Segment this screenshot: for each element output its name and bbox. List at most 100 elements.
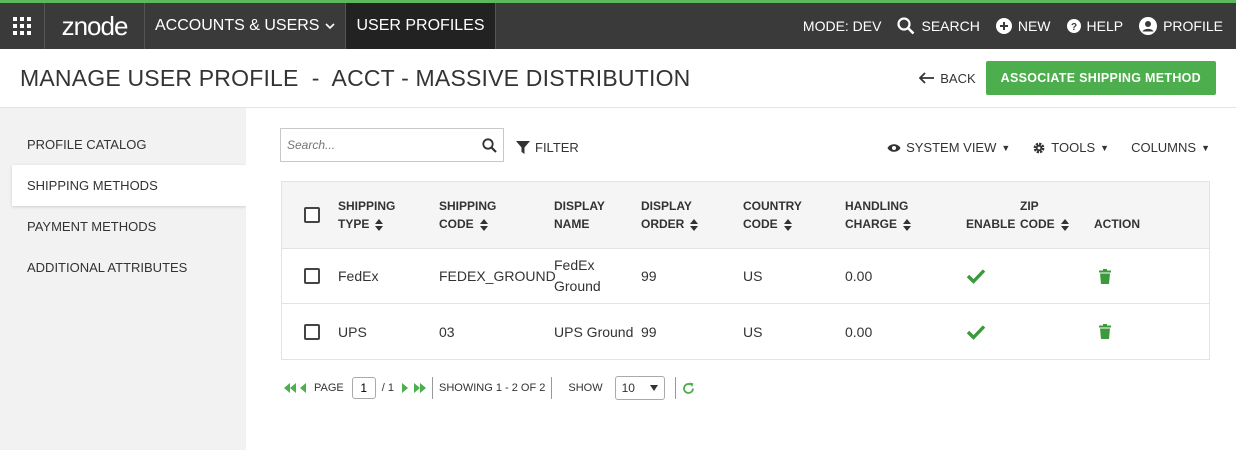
- sort-icon: [690, 218, 699, 231]
- cell-country-code: US: [743, 323, 763, 340]
- enabled-check-icon: [966, 304, 986, 359]
- header-text: CODE: [743, 217, 778, 231]
- search-icon: [897, 17, 915, 35]
- associate-shipping-method-button[interactable]: ASSOCIATE SHIPPING METHOD: [985, 61, 1216, 95]
- svg-text:?: ?: [1070, 22, 1076, 33]
- sidebar-item-payment-methods[interactable]: PAYMENT METHODS: [0, 206, 246, 247]
- first-page-icon[interactable]: [284, 383, 296, 393]
- header-text: DISPLAY: [554, 199, 605, 213]
- header-text: CODE: [439, 217, 474, 231]
- divider: [432, 377, 433, 399]
- plus-circle-icon: [995, 18, 1012, 34]
- cell-shipping-type: FedEx: [338, 268, 379, 284]
- column-shipping-type[interactable]: SHIPPING TYPE: [338, 182, 395, 248]
- table-header: SHIPPING TYPE SHIPPING CODE DISPLAY NAME DI…: [282, 182, 1209, 249]
- refresh-icon[interactable]: [682, 382, 695, 395]
- header-text: ACTION: [1094, 217, 1140, 231]
- select-all-checkbox[interactable]: [304, 207, 320, 223]
- sort-icon: [903, 218, 912, 231]
- column-shipping-code[interactable]: SHIPPING CODE: [439, 182, 496, 248]
- search-button[interactable]: SEARCH: [897, 17, 980, 35]
- filter-icon: [516, 140, 530, 154]
- help-icon: ?: [1066, 19, 1081, 33]
- system-view-dropdown[interactable]: SYSTEM VIEW ▼: [887, 140, 1010, 155]
- back-button[interactable]: BACK: [919, 70, 976, 86]
- table-row: FedEx FEDEX_GROUND FedEx Ground 99 US 0.0…: [282, 249, 1209, 304]
- search-input[interactable]: [287, 138, 482, 152]
- caret-down-icon: [649, 385, 658, 391]
- back-label: BACK: [940, 70, 976, 86]
- sidebar-item-label: ADDITIONAL ATTRIBUTES: [27, 260, 188, 275]
- column-display-order[interactable]: DISPLAY ORDER: [641, 182, 699, 248]
- column-zip-code[interactable]: ZIP CODE: [1020, 182, 1069, 248]
- delete-icon[interactable]: [1099, 249, 1111, 303]
- pagination: PAGE / 1 SHOWING 1 - 2 OF 2 SHOW 10: [284, 376, 695, 400]
- sort-icon: [479, 218, 488, 231]
- cell-shipping-code: FEDEX_GROUND: [439, 268, 556, 284]
- enabled-check-icon: [966, 249, 986, 303]
- tools-dropdown[interactable]: TOOLS ▼: [1032, 140, 1109, 155]
- cell-text: Ground: [554, 278, 601, 294]
- page-total: / 1: [381, 382, 394, 394]
- arrow-left-icon: [919, 72, 935, 84]
- row-checkbox[interactable]: [304, 323, 320, 340]
- cell-handling-charge: 0.00: [845, 268, 873, 284]
- caret-down-icon: ▼: [1201, 142, 1210, 153]
- nav-user-profiles[interactable]: USER PROFILES: [346, 3, 496, 49]
- page-header: MANAGE USER PROFILE - ACCT - MASSIVE DIS…: [0, 49, 1236, 108]
- help-button[interactable]: ? HELP: [1066, 18, 1124, 34]
- header-text: TYPE: [338, 217, 370, 231]
- header-text: ZIP: [1020, 199, 1039, 213]
- column-country-code[interactable]: COUNTRY CODE: [743, 182, 802, 248]
- system-view-label: SYSTEM VIEW: [906, 140, 997, 155]
- profile-label: PROFILE: [1163, 18, 1223, 34]
- search-icon[interactable]: [482, 137, 497, 153]
- cell-shipping-code: 03: [439, 323, 455, 340]
- columns-label: COLUMNS: [1131, 140, 1197, 155]
- showing-count: SHOWING 1 - 2 OF 2: [439, 382, 546, 394]
- znode-logo[interactable]: znode: [45, 3, 145, 49]
- sidebar-item-profile-catalog[interactable]: PROFILE CATALOG: [0, 124, 246, 165]
- eye-icon: [887, 143, 901, 152]
- page-label: PAGE: [314, 382, 344, 394]
- cell-text: FedEx: [554, 257, 595, 273]
- page-number-input[interactable]: [351, 377, 376, 399]
- cell-display-order: 99: [641, 268, 657, 284]
- header-text: CHARGE: [845, 217, 898, 231]
- columns-dropdown[interactable]: COLUMNS ▼: [1131, 140, 1210, 155]
- divider: [674, 377, 676, 399]
- header-text: NAME: [554, 217, 590, 231]
- sidebar-item-shipping-methods[interactable]: SHIPPING METHODS: [12, 165, 246, 206]
- cell-shipping-type: UPS: [338, 323, 367, 340]
- filter-button[interactable]: FILTER: [516, 140, 579, 155]
- header-text: COUNTRY: [743, 199, 802, 213]
- row-checkbox[interactable]: [304, 268, 320, 284]
- caret-down-icon: ▼: [1100, 142, 1110, 153]
- mode-indicator: MODE: DEV: [803, 18, 882, 34]
- user-circle-icon: [1139, 17, 1158, 35]
- search-box: [280, 128, 504, 162]
- header-text: ENABLE: [966, 217, 1016, 231]
- apps-grid-icon[interactable]: [0, 3, 45, 49]
- help-label: HELP: [1086, 18, 1124, 34]
- column-handling-charge[interactable]: HANDLING CHARGE: [845, 182, 912, 248]
- new-label: NEW: [1017, 18, 1051, 34]
- profile-button[interactable]: PROFILE: [1139, 17, 1223, 35]
- sidebar: PROFILE CATALOG SHIPPING METHODS PAYMENT…: [0, 108, 246, 450]
- page-size-select[interactable]: 10: [614, 376, 665, 400]
- new-button[interactable]: NEW: [995, 18, 1051, 34]
- nav-accounts-users[interactable]: ACCOUNTS & USERS: [145, 3, 347, 49]
- header-text: DISPLAY: [641, 199, 692, 213]
- top-navigation-bar: znode ACCOUNTS & USERS USER PROFILES MOD…: [0, 0, 1236, 49]
- sidebar-item-additional-attributes[interactable]: ADDITIONAL ATTRIBUTES: [0, 247, 246, 288]
- previous-page-icon[interactable]: [300, 383, 306, 393]
- cell-display-order: 99: [641, 323, 657, 340]
- sort-icon: [1060, 218, 1069, 231]
- header-text: HANDLING: [845, 199, 909, 213]
- search-label: SEARCH: [921, 18, 980, 34]
- last-page-icon[interactable]: [414, 383, 426, 393]
- next-page-icon[interactable]: [402, 383, 408, 393]
- caret-down-icon: ▼: [1001, 142, 1011, 153]
- delete-icon[interactable]: [1099, 304, 1111, 359]
- header-text: ORDER: [641, 217, 685, 231]
